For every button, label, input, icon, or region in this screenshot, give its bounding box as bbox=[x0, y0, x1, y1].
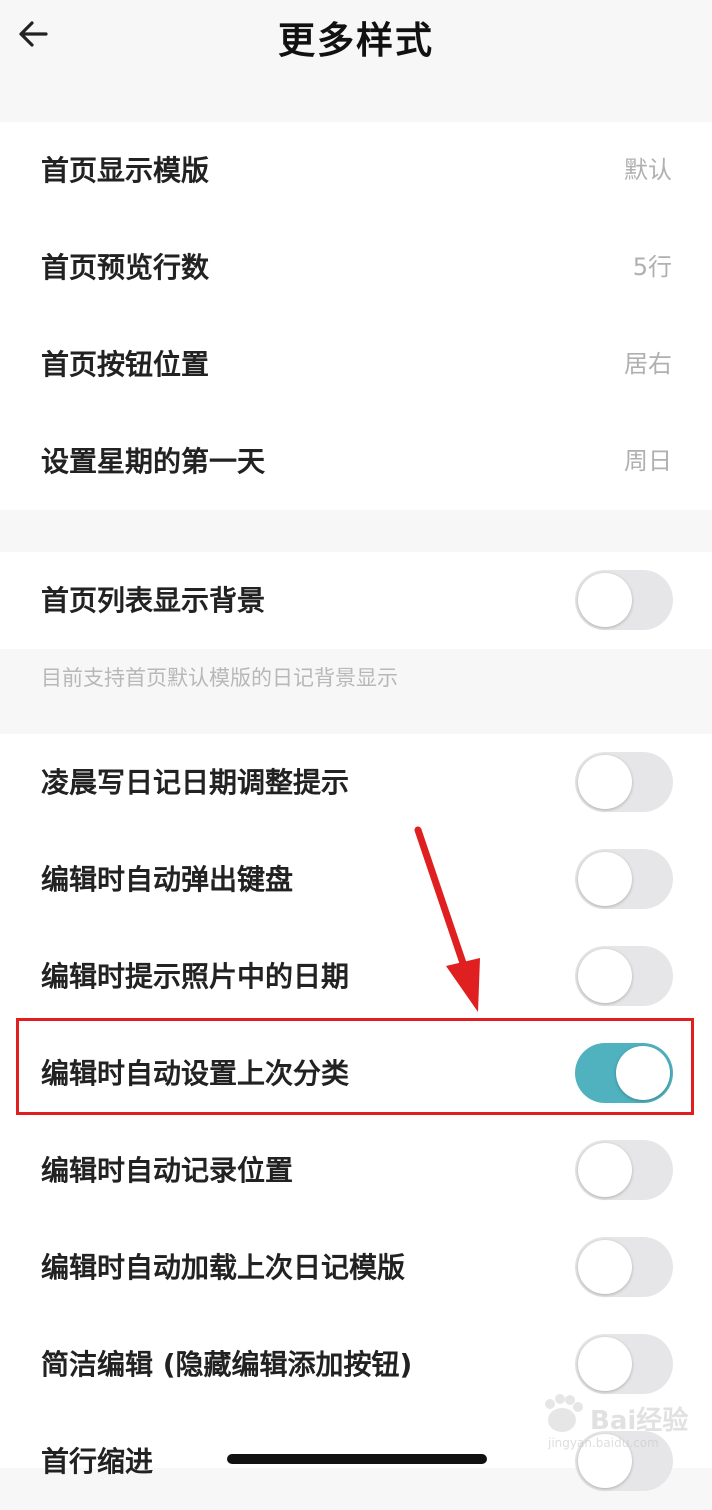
setting-row-auto-keyboard: 编辑时自动弹出键盘 bbox=[0, 831, 712, 928]
toggle-knob bbox=[578, 852, 632, 906]
simple-edit-toggle[interactable] bbox=[575, 1334, 673, 1394]
watermark-subtext: jingyan.baidu.com bbox=[548, 1436, 659, 1450]
setting-label: 编辑时自动弹出键盘 bbox=[41, 863, 294, 896]
auto-keyboard-toggle[interactable] bbox=[575, 849, 673, 909]
watermark-text: Bai经验 bbox=[590, 1406, 689, 1436]
setting-label: 首页列表显示背景 bbox=[41, 584, 266, 617]
section-note: 目前支持首页默认模版的日记背景显示 bbox=[41, 666, 398, 690]
page-title: 更多样式 bbox=[278, 19, 434, 62]
setting-label: 编辑时自动记录位置 bbox=[41, 1154, 294, 1187]
toggle-knob bbox=[578, 755, 632, 809]
last-template-toggle[interactable] bbox=[575, 1237, 673, 1297]
setting-value: 5行 bbox=[632, 253, 672, 281]
background-settings-group: 首页列表显示背景 bbox=[0, 552, 712, 649]
setting-label: 首页显示模版 bbox=[41, 154, 210, 187]
display-settings-group: 首页显示模版 默认 首页预览行数 5行 首页按钮位置 居右 设置星期的第一天 周… bbox=[0, 122, 712, 510]
setting-row-auto-location: 编辑时自动记录位置 bbox=[0, 1122, 712, 1219]
list-background-toggle[interactable] bbox=[575, 570, 673, 630]
setting-value: 默认 bbox=[624, 156, 672, 184]
toggle-knob bbox=[578, 1337, 632, 1391]
setting-row-button-position[interactable]: 首页按钮位置 居右 bbox=[0, 316, 712, 413]
setting-label: 首页预览行数 bbox=[41, 251, 210, 284]
setting-label: 简洁编辑 (隐藏编辑添加按钮) bbox=[41, 1348, 413, 1381]
setting-value: 周日 bbox=[624, 447, 672, 475]
setting-row-home-template[interactable]: 首页显示模版 默认 bbox=[0, 122, 712, 219]
setting-label: 首行缩进 bbox=[41, 1445, 154, 1478]
toggle-knob bbox=[578, 1240, 632, 1294]
home-indicator bbox=[227, 1454, 487, 1464]
highlight-box bbox=[16, 1018, 694, 1115]
setting-row-preview-lines[interactable]: 首页预览行数 5行 bbox=[0, 219, 712, 316]
setting-label: 编辑时提示照片中的日期 bbox=[41, 960, 350, 993]
setting-row-late-night-date: 凌晨写日记日期调整提示 bbox=[0, 734, 712, 831]
auto-location-toggle[interactable] bbox=[575, 1140, 673, 1200]
header: 更多样式 bbox=[0, 0, 712, 84]
setting-row-list-background: 首页列表显示背景 bbox=[0, 552, 712, 649]
setting-value: 居右 bbox=[624, 350, 672, 378]
toggle-knob bbox=[578, 573, 632, 627]
setting-row-week-start[interactable]: 设置星期的第一天 周日 bbox=[0, 413, 712, 510]
late-night-date-toggle[interactable] bbox=[575, 752, 673, 812]
toggle-knob bbox=[578, 1143, 632, 1197]
annotation-arrow-icon bbox=[414, 826, 480, 1012]
toggle-knob bbox=[578, 949, 632, 1003]
setting-label: 设置星期的第一天 bbox=[41, 445, 266, 478]
setting-row-photo-date: 编辑时提示照片中的日期 bbox=[0, 928, 712, 1025]
setting-label: 首页按钮位置 bbox=[41, 348, 210, 381]
setting-label: 凌晨写日记日期调整提示 bbox=[41, 766, 350, 799]
setting-label: 编辑时自动加载上次日记模版 bbox=[41, 1251, 406, 1284]
photo-date-toggle[interactable] bbox=[575, 946, 673, 1006]
setting-row-last-template: 编辑时自动加载上次日记模版 bbox=[0, 1219, 712, 1316]
